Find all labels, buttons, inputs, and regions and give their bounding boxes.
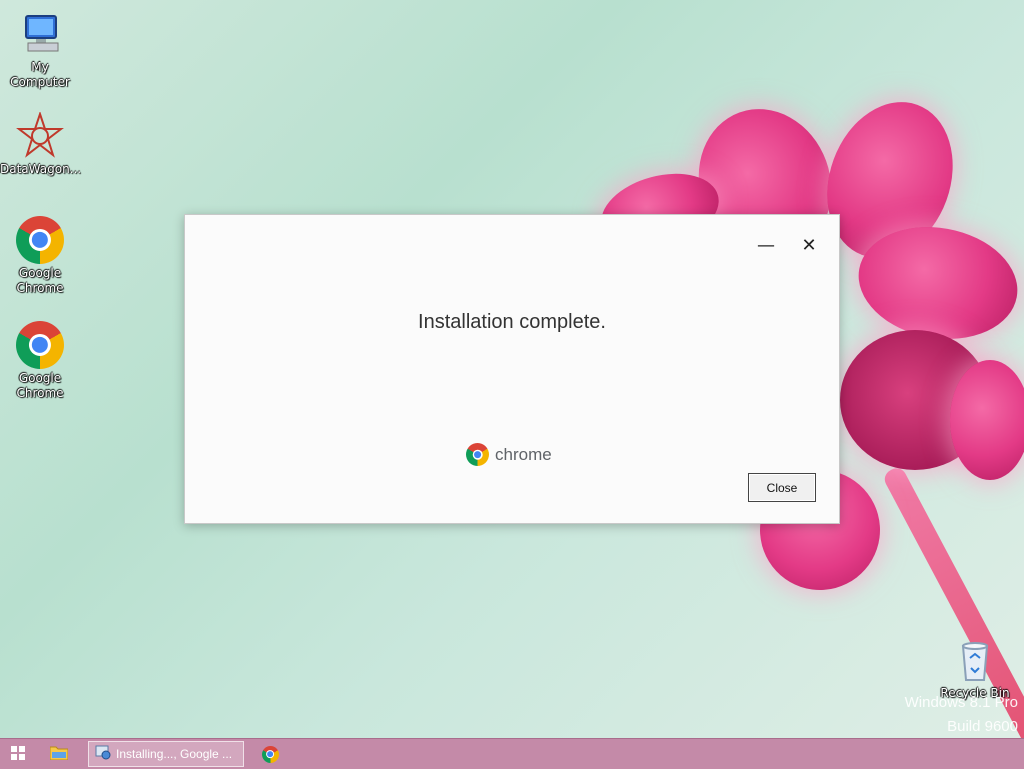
- taskbar: Installing..., Google ...: [0, 738, 1024, 769]
- chrome-brand-text: chrome: [495, 444, 552, 464]
- desktop-icon-google-chrome[interactable]: Google Chrome: [0, 216, 80, 296]
- taskbar-installer-task[interactable]: Installing..., Google ...: [88, 741, 244, 767]
- chrome-icon: [261, 745, 279, 763]
- taskbar-task-label: Installing..., Google ...: [116, 747, 233, 761]
- close-button[interactable]: Close: [748, 473, 816, 502]
- chrome-logo-icon: [466, 443, 489, 466]
- desktop-icon-datawagon[interactable]: DataWagon...: [0, 110, 82, 177]
- chrome-brand: chrome: [466, 443, 552, 466]
- close-window-button[interactable]: ✕: [794, 231, 824, 259]
- file-explorer-icon: [49, 745, 69, 764]
- status-message: Installation complete.: [418, 311, 606, 333]
- windows-logo-icon: [11, 745, 25, 764]
- minimize-button[interactable]: —: [751, 231, 781, 259]
- start-button[interactable]: [0, 739, 36, 769]
- chrome-icon: [16, 216, 64, 264]
- chrome-icon: [16, 321, 64, 369]
- desktop: My Computer DataWagon... Google Chrome G…: [0, 0, 1024, 738]
- taskbar-file-explorer[interactable]: [36, 739, 82, 769]
- os-build-watermark: Build 9600: [947, 718, 1018, 735]
- minimize-icon: —: [757, 234, 775, 256]
- desktop-icon-label: DataWagon...: [0, 162, 82, 176]
- installer-icon: [95, 744, 111, 764]
- datawagon-icon: [16, 110, 64, 160]
- computer-icon: [16, 10, 64, 58]
- desktop-icon-recycle-bin[interactable]: Recycle Bin: [935, 636, 1015, 701]
- desktop-icon-label: Google Chrome: [16, 371, 64, 400]
- desktop-icon-my-computer[interactable]: My Computer: [0, 10, 80, 90]
- os-version-watermark: Windows 8.1 Pro: [904, 694, 1018, 711]
- desktop-icon-label: My Computer: [10, 60, 70, 89]
- desktop-icon-google-chrome[interactable]: Google Chrome: [0, 321, 80, 401]
- installer-dialog: — ✕ Installation complete. chrome Close: [184, 214, 840, 524]
- recycle-bin-icon: [951, 636, 999, 684]
- close-icon: ✕: [801, 234, 817, 256]
- taskbar-chrome[interactable]: [244, 739, 296, 769]
- desktop-icon-label: Google Chrome: [16, 266, 64, 295]
